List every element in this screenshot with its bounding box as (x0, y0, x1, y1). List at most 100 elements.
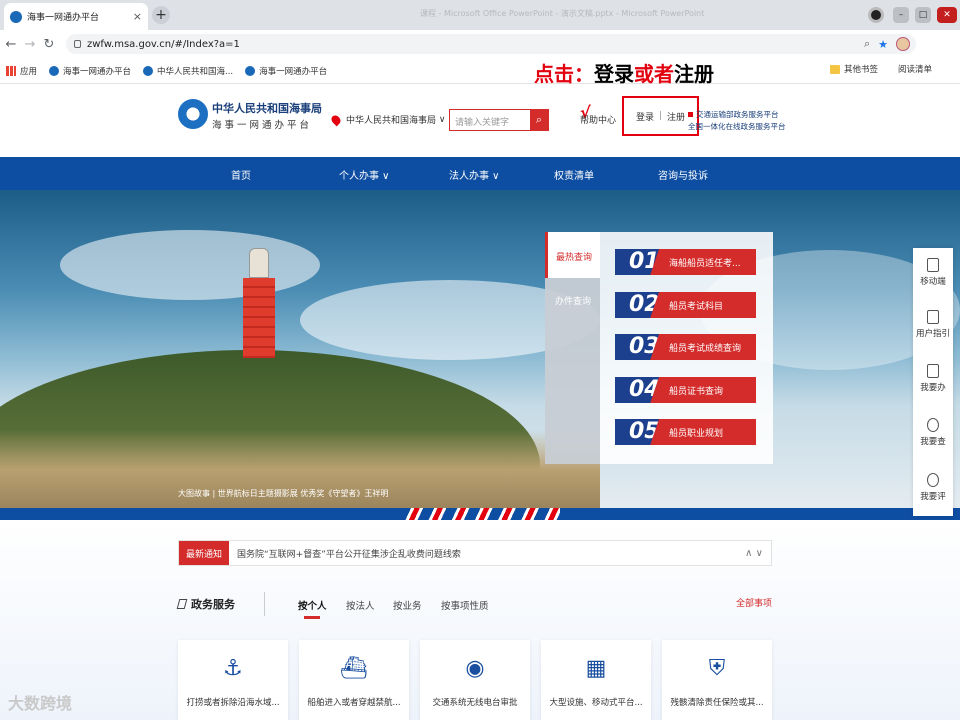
sidebar-item-handle[interactable]: 我要办 (913, 364, 953, 393)
notice-arrows-icon[interactable]: ∧ ∨ (745, 548, 763, 559)
comment-icon (927, 473, 939, 487)
reload-icon[interactable]: ↻ (41, 37, 57, 52)
query-item[interactable]: 03 船员考试成绩查询 (615, 334, 756, 360)
grass-image (0, 430, 600, 520)
hero-banner[interactable]: 大图故事 | 世界航标日主题摄影展 优秀奖《守望者》王祥明 (0, 190, 960, 520)
search-icon[interactable]: ⌕ (530, 110, 548, 130)
bookmarks-right: 其他书签 阅读清单 (829, 63, 952, 75)
notice-tag: 最新通知 (179, 541, 230, 565)
salvage-icon: ⚓ (223, 656, 243, 681)
back-icon[interactable]: ← (3, 37, 19, 52)
pen-icon (176, 599, 188, 609)
nav-rights[interactable]: 权责清单 (554, 167, 594, 182)
platform-icon: ▦ (585, 656, 607, 681)
tab-close-icon[interactable]: × (133, 10, 142, 23)
insurance-icon: ⛨ (708, 656, 726, 681)
nav-personal[interactable]: 个人办事 ∨ (339, 167, 390, 182)
nav-consult[interactable]: 咨询与投诉 (658, 167, 708, 182)
sidebar-item-mobile[interactable]: 移动端 (913, 258, 953, 287)
lighthouse-lamp (249, 248, 269, 278)
radio-tower-icon: ◉ (465, 656, 485, 681)
platform-link-national[interactable]: 全国一体化在线政务服务平台 (688, 121, 786, 133)
site-favicon-icon (245, 65, 256, 76)
tab-by-nature[interactable]: 按事项性质 (441, 598, 489, 612)
new-tab-button[interactable]: + (152, 6, 170, 24)
search-box: 请输入关键字 ⌕ (449, 109, 549, 131)
tab-by-business[interactable]: 按业务 (393, 598, 422, 612)
banner-caption: 大图故事 | 世界航标日主题摄影展 优秀奖《守望者》王祥明 (178, 489, 389, 498)
service-card[interactable]: ⛨ 残骸清除责任保险或其... (662, 640, 772, 720)
bookmark-item[interactable]: 海事一网通办平台 (49, 65, 131, 77)
annotation-part1: 登录 (594, 62, 634, 86)
tab-by-person[interactable]: 按个人 (298, 598, 327, 612)
query-item[interactable]: 02 船员考试科目 (615, 292, 756, 318)
reading-list[interactable]: 阅读清单 (898, 63, 942, 75)
bookmark-item[interactable]: 海事一网通办平台 (245, 65, 327, 77)
background-window-title: 课程 - Microsoft Office PowerPoint - 演示文稿.… (420, 9, 705, 18)
minimize-icon[interactable]: – (893, 7, 909, 23)
nav-legal[interactable]: 法人办事 ∨ (449, 167, 500, 182)
location-pin-icon (329, 113, 343, 126)
search-icon (927, 418, 939, 432)
service-card[interactable]: ◉ 交通系统无线电台审批 (420, 640, 530, 720)
sidebar-item-guide[interactable]: 用户指引 (913, 310, 953, 339)
msa-logo-icon[interactable] (178, 99, 208, 129)
notice-text[interactable]: 国务院“互联网+督查”平台公开征集涉企乱收费问题线索 (229, 547, 745, 560)
platform-links: 交通运输部政务服务平台 全国一体化在线政务服务平台 (688, 109, 786, 133)
tab-by-legal[interactable]: 按法人 (346, 598, 375, 612)
search-input[interactable]: 请输入关键字 (450, 110, 530, 130)
nav-home[interactable]: 首页 (231, 167, 251, 182)
browser-tab[interactable]: 海事一网通办平台 × (4, 3, 148, 30)
watermark-logo: 大数跨境 (8, 694, 73, 713)
query-item[interactable]: 04 船员证书查询 (615, 377, 756, 403)
quick-query-panel: 最热查询 办件查询 01 海船船员适任考... 02 船员考试科目 03 船员考试成绩… (545, 232, 773, 464)
tab-case-queries[interactable]: 办件查询 (545, 294, 591, 307)
url-text[interactable]: zwfw.msa.gov.cn/#/Index?a=1 (87, 39, 864, 50)
sidebar-item-query[interactable]: 我要查 (913, 418, 953, 447)
platform-link-transport[interactable]: 交通运输部政务服务平台 (688, 109, 786, 121)
chevron-down-icon: ∨ (489, 171, 500, 182)
other-bookmarks[interactable]: 其他书签 (829, 63, 888, 75)
tab-hot-queries[interactable]: 最热查询 (545, 232, 600, 278)
login-link[interactable]: 登录 (636, 110, 654, 123)
annotation-part3: 注册 (674, 62, 714, 86)
bookmarks-bar: 应用 海事一网通办平台 中华人民共和国海... 海事一网通办平台 (0, 58, 960, 84)
all-items-link[interactable]: 全部事项 (736, 596, 772, 609)
site-favicon-icon (10, 10, 22, 23)
site-subtitle: 海事一网通办平台 (212, 120, 313, 131)
query-item[interactable]: 01 海船船员适任考... (615, 249, 756, 275)
url-field[interactable]: zwfw.msa.gov.cn/#/Index?a=1 ⌕ ★ (66, 34, 916, 54)
bookmark-item[interactable]: 中华人民共和国海... (143, 65, 233, 77)
avatar[interactable] (896, 37, 910, 51)
bookmark-apps[interactable]: 应用 (6, 65, 37, 77)
grid-icon (927, 364, 939, 378)
window-controls: – □ ✕ (868, 0, 960, 30)
profile-icon[interactable] (868, 7, 884, 23)
register-link[interactable]: 注册 (667, 110, 685, 123)
service-card[interactable]: ⚓ 打捞或者拆除沿海水域... (178, 640, 288, 720)
zoom-icon[interactable]: ⌕ (864, 37, 870, 51)
help-center-link[interactable]: 帮助中心 (580, 113, 616, 126)
browser-tab-bar: 海事一网通办平台 × + 课程 - Microsoft Office Power… (0, 0, 960, 30)
cloud (60, 230, 320, 300)
window-close-icon[interactable]: ✕ (937, 7, 957, 23)
sidebar-item-rate[interactable]: 我要评 (913, 473, 953, 502)
tutorial-annotation: 点击：登录或者注册 (534, 58, 714, 87)
folder-icon (829, 64, 840, 74)
forward-icon[interactable]: → (22, 37, 38, 52)
service-card[interactable]: ▦ 大型设施、移动式平台... (541, 640, 651, 720)
separator: | (658, 111, 663, 121)
mobile-icon (927, 258, 939, 272)
services-title: 政务服务 (176, 596, 235, 612)
site-header: 中华人民共和国海事局 海事一网通办平台 中华人民共和国海事局 ∨ 请输入关键字 … (0, 85, 960, 157)
ship-icon: ⛴ (340, 656, 368, 681)
bookmark-star-icon[interactable]: ★ (878, 38, 888, 51)
location-selector[interactable]: 中华人民共和国海事局 ∨ (329, 113, 445, 126)
address-bar: ← → ↻ zwfw.msa.gov.cn/#/Index?a=1 ⌕ ★ ⋮ (0, 30, 960, 80)
query-item[interactable]: 05 船员职业规划 (615, 419, 756, 445)
divider (264, 592, 265, 616)
service-card[interactable]: ⛴ 船舶进入或者穿越禁航... (299, 640, 409, 720)
maximize-icon[interactable]: □ (915, 7, 931, 23)
site-favicon-icon (143, 65, 154, 76)
annotation-part2: 或者 (634, 62, 674, 86)
